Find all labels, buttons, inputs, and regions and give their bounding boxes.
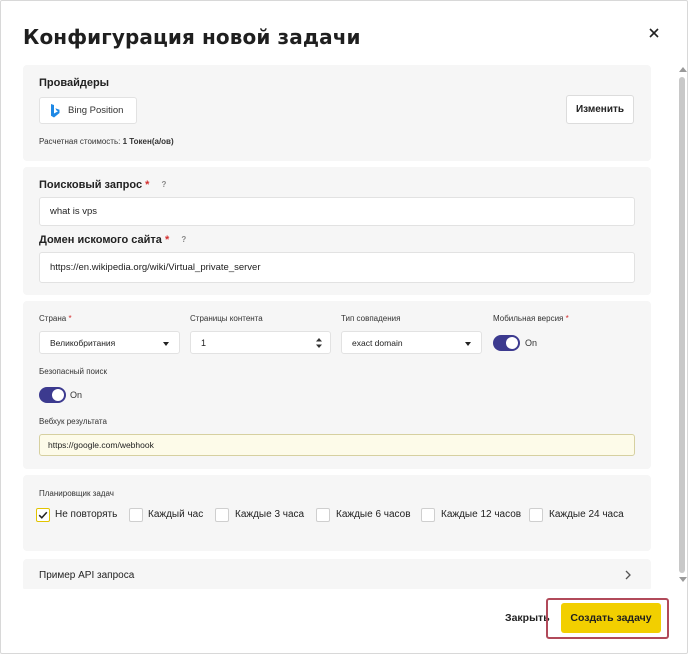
- chevron-down-icon: [465, 342, 471, 346]
- mobile-version-toggle[interactable]: [493, 335, 520, 351]
- match-type-label: Тип совпадения: [341, 314, 401, 323]
- chevron-down-icon: [163, 342, 169, 346]
- every-24h-label: Каждые 24 часа: [549, 509, 624, 520]
- every-12h-label: Каждые 12 часов: [441, 509, 522, 520]
- api-example-row[interactable]: Пример API запроса: [23, 559, 651, 589]
- bing-logo-icon: [50, 103, 60, 118]
- provider-name: Bing Position: [68, 105, 124, 116]
- change-provider-button[interactable]: Изменить: [566, 95, 634, 124]
- mobile-version-label: Мобильная версия *: [493, 314, 569, 323]
- safe-search-state: On: [70, 390, 83, 400]
- cost-line: Расчетная стоимость: 1 Токен(а/ов): [39, 137, 174, 146]
- domain-label: Домен искомого сайта * ?: [39, 234, 189, 246]
- providers-heading: Провайдеры: [39, 77, 110, 89]
- every-24h-checkbox[interactable]: [529, 508, 543, 522]
- settings-card: Страна * Великобритания Страницы контент…: [23, 301, 651, 469]
- safe-search-label: Безопасный поиск: [39, 367, 107, 376]
- webhook-input[interactable]: https://google.com/webhook: [39, 434, 635, 456]
- close-button[interactable]: Закрыть: [505, 612, 550, 624]
- check-icon: [38, 511, 48, 519]
- stepper-arrows-icon[interactable]: [316, 337, 322, 349]
- every-3h-checkbox[interactable]: [215, 508, 229, 522]
- every-12h-checkbox[interactable]: [421, 508, 435, 522]
- dialog-body: Провайдеры Bing Position Изменить Расчет…: [23, 63, 651, 589]
- match-type-select[interactable]: exact domain: [341, 331, 482, 354]
- close-icon[interactable]: [644, 23, 664, 43]
- domain-input[interactable]: https://en.wikipedia.org/wiki/Virtual_pr…: [39, 252, 635, 283]
- no-repeat-label: Не повторять: [55, 509, 118, 520]
- scheduler-heading: Планировщик задач: [39, 489, 114, 498]
- every-hour-label: Каждый час: [148, 509, 204, 520]
- scroll-up-icon[interactable]: [679, 67, 687, 72]
- cost-label: Расчетная стоимость:: [39, 137, 121, 146]
- scheduler-card: Планировщик задач Не повторять Каждый ча…: [23, 475, 651, 551]
- query-card: Поисковый запрос * ? what is vps Домен и…: [23, 167, 651, 295]
- chevron-right-icon: [623, 568, 633, 580]
- task-config-dialog: Конфигурация новой задачи Провайдеры Bin…: [0, 0, 688, 654]
- webhook-label: Вебхук результата: [39, 417, 107, 426]
- help-icon[interactable]: ?: [158, 179, 169, 190]
- every-6h-checkbox[interactable]: [316, 508, 330, 522]
- safe-search-toggle[interactable]: [39, 387, 66, 403]
- scroll-down-icon[interactable]: [679, 577, 687, 582]
- country-label: Страна *: [39, 314, 72, 323]
- no-repeat-checkbox[interactable]: [36, 508, 50, 522]
- pages-stepper[interactable]: 1: [190, 331, 331, 354]
- pages-label: Страницы контента: [190, 314, 263, 323]
- providers-card: Провайдеры Bing Position Изменить Расчет…: [23, 65, 651, 161]
- search-query-input[interactable]: what is vps: [39, 197, 635, 226]
- dialog-title: Конфигурация новой задачи: [23, 25, 361, 49]
- help-icon[interactable]: ?: [178, 234, 189, 245]
- every-3h-label: Каждые 3 часа: [235, 509, 305, 520]
- scrollbar-thumb[interactable]: [679, 77, 685, 573]
- cost-value: 1 Токен(а/ов): [122, 137, 174, 146]
- provider-chip: Bing Position: [39, 97, 137, 124]
- country-select[interactable]: Великобритания: [39, 331, 180, 354]
- create-task-button[interactable]: Создать задачу: [561, 603, 661, 633]
- mobile-version-state: On: [525, 338, 538, 348]
- search-query-label: Поисковый запрос * ?: [39, 179, 169, 191]
- api-example-label: Пример API запроса: [39, 570, 135, 581]
- every-hour-checkbox[interactable]: [129, 508, 143, 522]
- every-6h-label: Каждые 6 часов: [336, 509, 411, 520]
- scrollbar[interactable]: [677, 63, 687, 589]
